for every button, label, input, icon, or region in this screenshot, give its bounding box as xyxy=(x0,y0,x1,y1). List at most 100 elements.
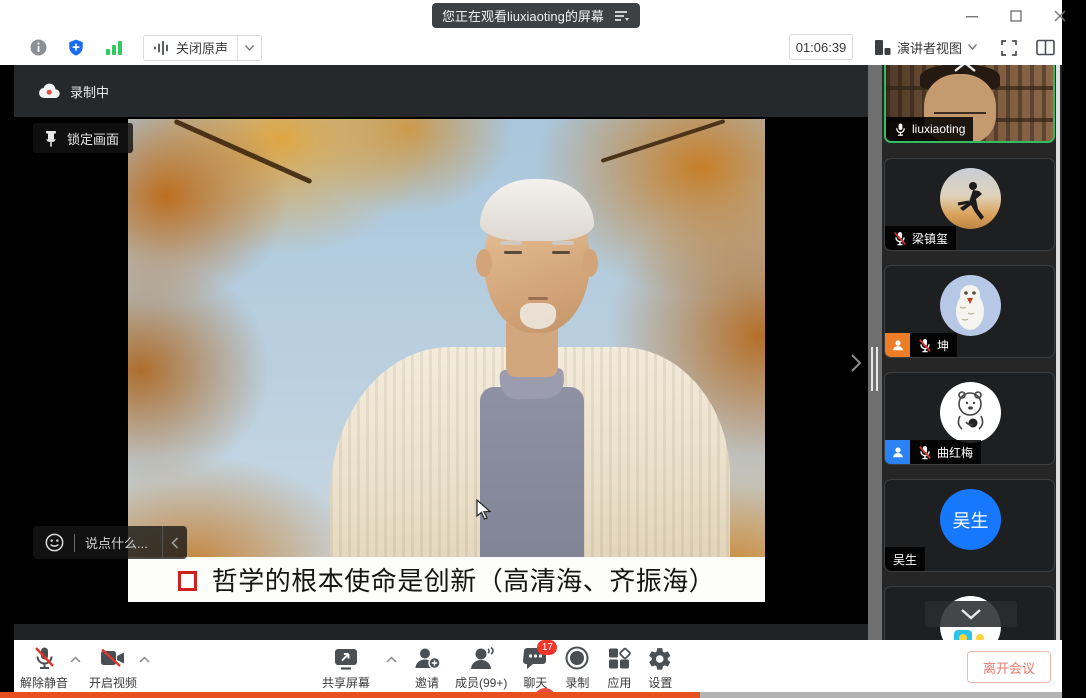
participant-tile-partial[interactable] xyxy=(884,586,1055,640)
chat-input-placeholder[interactable]: 说点什么... xyxy=(75,533,162,552)
slide-caption-strip: 哲学的根本使命是创新（高清海、齐振海） xyxy=(128,557,765,602)
participant-name: 曲红梅 xyxy=(937,444,973,461)
share-screen-label: 共享屏幕 xyxy=(322,674,370,691)
participant-tile-quhongmei[interactable]: 曲红梅 xyxy=(884,372,1055,465)
participant-tile-liangzhenxi[interactable]: 梁镇玺 xyxy=(884,158,1055,251)
participants-sidebar: liuxiaoting xyxy=(882,65,1062,640)
recording-indicator: 录制中 xyxy=(38,82,109,101)
emoji-icon[interactable] xyxy=(33,533,74,552)
portrait-eye xyxy=(552,251,570,254)
chat-collapse-icon[interactable] xyxy=(162,526,187,559)
bottom-left-notch xyxy=(0,640,14,692)
portrait-man-head xyxy=(484,185,590,333)
invite-label: 邀请 xyxy=(415,674,439,691)
mic-on-icon xyxy=(894,122,907,137)
mouse-cursor xyxy=(476,499,492,521)
share-border-strip xyxy=(0,692,700,698)
lock-view-button[interactable]: 锁定画面 xyxy=(33,123,133,153)
pin-icon xyxy=(44,130,58,147)
portrait-eye xyxy=(504,251,522,254)
window-titlebar: 您正在观看liuxiaoting的屏幕 xyxy=(0,0,1062,65)
share-screen-button[interactable]: 共享屏幕 xyxy=(322,640,370,691)
record-button[interactable]: 录制 xyxy=(563,640,591,691)
participant-name: 梁镇玺 xyxy=(912,230,948,247)
quick-chat-bar[interactable]: 说点什么... xyxy=(33,526,187,559)
scroll-up-icon[interactable] xyxy=(952,65,978,74)
sidebar-scrollbar[interactable] xyxy=(1056,65,1060,640)
record-icon xyxy=(563,646,591,672)
members-icon xyxy=(467,646,495,672)
minimize-button[interactable] xyxy=(958,6,986,26)
record-label: 录制 xyxy=(565,674,589,691)
members-button[interactable]: 成员(99+) xyxy=(455,640,507,691)
watching-banner[interactable]: 您正在观看liuxiaoting的屏幕 xyxy=(432,3,640,28)
video-person-glasses xyxy=(934,104,986,114)
invite-button[interactable]: 邀请 xyxy=(413,640,441,691)
view-mode-label: 演讲者视图 xyxy=(897,38,962,57)
tree-branch xyxy=(173,119,312,184)
mic-muted-icon xyxy=(30,646,58,672)
role-badge-orange xyxy=(885,333,910,357)
layout-view-icon xyxy=(874,39,891,56)
share-header-bar: 录制中 xyxy=(14,65,868,117)
view-mode-caret-icon xyxy=(968,44,977,50)
fullscreen-icon[interactable] xyxy=(1000,39,1018,57)
shared-screen-area: 录制中 xyxy=(14,65,868,640)
participant-name: liuxiaoting xyxy=(912,122,965,136)
mic-options-caret[interactable] xyxy=(70,640,81,663)
mic-muted-icon xyxy=(893,231,907,246)
share-options-caret[interactable] xyxy=(386,640,397,663)
apps-button[interactable]: 应用 xyxy=(605,640,633,691)
avatar-initials: 吴生 xyxy=(940,489,1001,550)
start-video-button[interactable]: 开启视频 xyxy=(89,640,137,691)
leave-meeting-button[interactable]: 离开会议 xyxy=(967,651,1051,683)
avatar-bear-drawing xyxy=(940,382,1001,443)
start-video-label: 开启视频 xyxy=(89,674,137,691)
close-button[interactable] xyxy=(1046,6,1074,26)
maximize-button[interactable] xyxy=(1002,6,1030,26)
mute-original-audio-button[interactable]: 关闭原声 xyxy=(143,35,262,61)
main-stage: 录制中 xyxy=(0,65,1062,640)
avatar-owl xyxy=(940,275,1001,336)
settings-label: 设置 xyxy=(648,674,672,691)
video-options-caret[interactable] xyxy=(139,640,150,663)
portrait-ear xyxy=(476,249,492,277)
share-screen-icon xyxy=(332,646,360,672)
sidebar-resize-handle[interactable] xyxy=(868,65,882,640)
share-footer-bar xyxy=(14,624,868,640)
scroll-down-control[interactable] xyxy=(925,601,1017,627)
security-shield-icon[interactable] xyxy=(67,38,85,57)
audio-level-icon xyxy=(153,40,170,56)
cloud-record-icon xyxy=(38,83,60,99)
network-signal-icon[interactable] xyxy=(105,40,123,56)
info-icon[interactable] xyxy=(30,39,47,56)
window-controls xyxy=(958,6,1074,26)
app-window: 您正在观看liuxiaoting的屏幕 xyxy=(0,0,1086,698)
apps-grid-icon xyxy=(605,646,633,672)
mic-muted-icon xyxy=(918,338,932,353)
recording-label: 录制中 xyxy=(70,82,109,101)
meeting-timer: 01:06:39 xyxy=(789,34,853,60)
participant-name: 坤 xyxy=(937,337,949,354)
participant-tile-liuxiaoting[interactable]: liuxiaoting xyxy=(884,65,1055,143)
chat-button[interactable]: 17 聊天 xyxy=(521,640,549,691)
settings-button[interactable]: 设置 xyxy=(647,640,673,691)
role-badge-blue xyxy=(885,440,910,464)
handle-line xyxy=(871,347,873,391)
portrait-brow xyxy=(552,241,574,245)
mute-original-dropdown[interactable] xyxy=(237,36,261,60)
mic-muted-icon xyxy=(918,445,932,460)
bottom-toolbar: 解除静音 开启视频 xyxy=(0,640,1062,692)
participant-tile-kun[interactable]: 坤 xyxy=(884,265,1055,358)
split-view-icon[interactable] xyxy=(1036,39,1055,56)
sidebar-expand-icon[interactable] xyxy=(850,353,862,373)
chat-unread-badge: 17 xyxy=(537,640,557,655)
banner-menu-icon[interactable] xyxy=(614,9,630,23)
participant-tile-wusheng[interactable]: 吴生 吴生 xyxy=(884,479,1055,572)
gear-icon xyxy=(647,646,673,672)
unmute-button[interactable]: 解除静音 xyxy=(20,640,68,691)
portrait-brow xyxy=(500,241,522,245)
shared-slide-photo: 哲学的根本使命是创新（高清海、齐振海） xyxy=(128,119,765,602)
members-label: 成员(99+) xyxy=(455,674,507,691)
view-mode-button[interactable]: 演讲者视图 xyxy=(874,34,977,60)
